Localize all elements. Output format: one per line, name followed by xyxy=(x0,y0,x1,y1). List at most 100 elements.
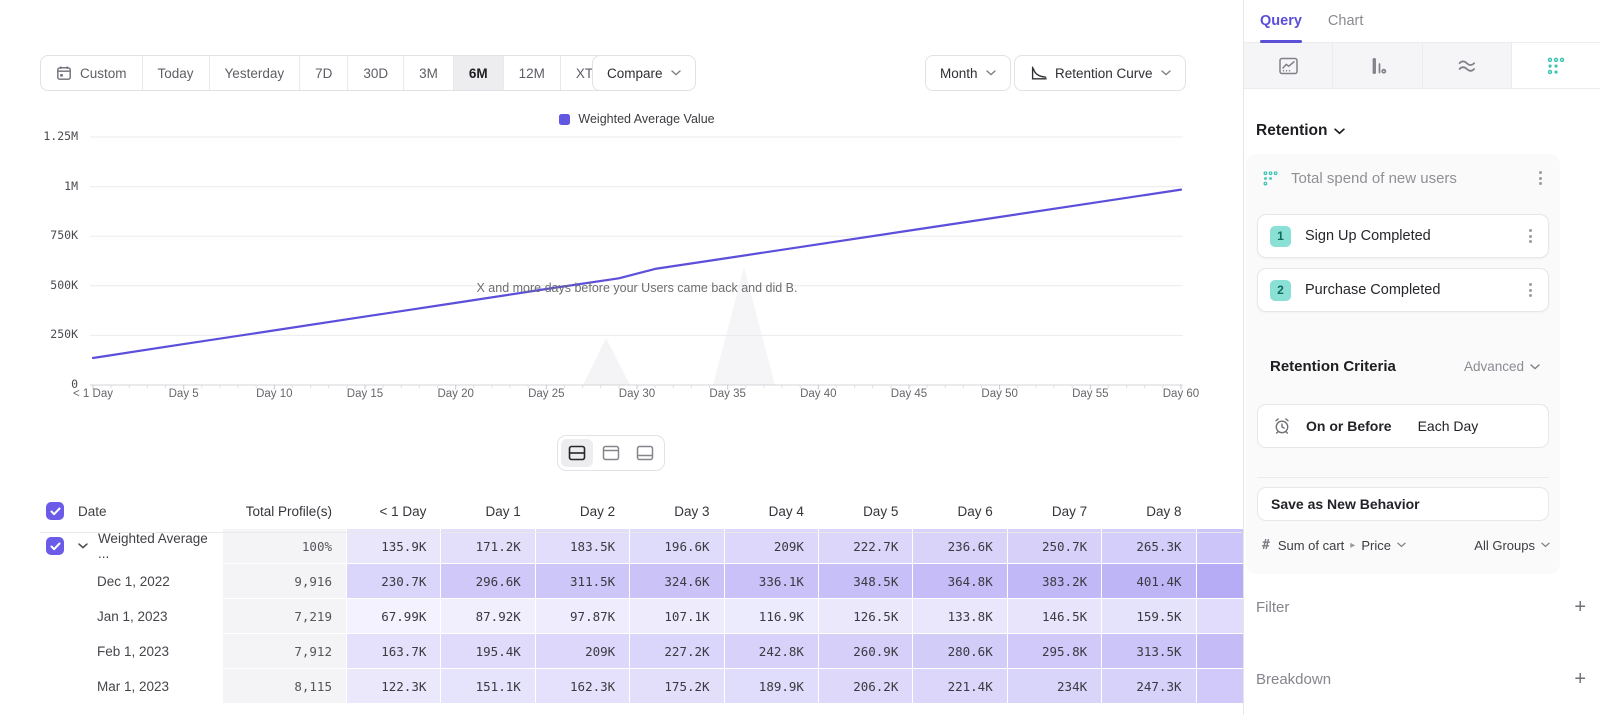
retention-value-cell[interactable]: 260.9K xyxy=(819,634,912,668)
range-today-button[interactable]: Today xyxy=(143,56,210,90)
row-checkbox[interactable] xyxy=(46,537,64,555)
y-axis-tick-label: 250K xyxy=(30,327,78,341)
view-bottom-band-button[interactable] xyxy=(629,439,661,467)
retention-value-cell[interactable]: 116.9K xyxy=(725,599,818,633)
retention-value-cell[interactable]: 348.5K xyxy=(819,564,912,598)
table-row-label[interactable]: Dec 1, 2022 xyxy=(40,564,222,598)
range-6m-button[interactable]: 6M xyxy=(454,56,504,90)
retention-line-chart[interactable]: 1.25M1M750K500K250K0< 1 DayDay 5Day 10Da… xyxy=(0,130,1240,430)
retention-value-cell[interactable]: 122.3K xyxy=(347,669,440,703)
criteria-mode-dropdown[interactable]: Advanced xyxy=(1464,359,1540,374)
retention-value-cell[interactable]: 265.3K xyxy=(1102,529,1195,563)
table-row-label[interactable]: Feb 1, 2023 xyxy=(40,634,222,668)
add-breakdown-button[interactable]: + xyxy=(1574,669,1586,689)
step-menu-button[interactable] xyxy=(1523,281,1538,299)
retention-value-cell[interactable]: 175.2K xyxy=(630,669,723,703)
retention-value-cell[interactable]: 250.7K xyxy=(1008,529,1101,563)
retention-value-cell[interactable]: 163.7K xyxy=(347,634,440,668)
view-top-band-button[interactable] xyxy=(595,439,627,467)
save-as-new-behavior-button[interactable]: Save as New Behavior xyxy=(1257,487,1549,521)
retention-value-cell[interactable]: 159.5K xyxy=(1102,599,1195,633)
retention-value-cell[interactable]: 133.8K xyxy=(913,599,1006,633)
retention-value-cell[interactable]: 126.5K xyxy=(819,599,912,633)
retention-value-cell[interactable]: 222.7K xyxy=(819,529,912,563)
table-header-date: Date xyxy=(40,494,222,528)
retention-value-cell[interactable]: 311.5K xyxy=(536,564,629,598)
retention-section-header[interactable]: Retention xyxy=(1256,122,1345,140)
chart-canvas xyxy=(0,130,1240,392)
view-split-rows-button[interactable] xyxy=(561,439,593,467)
range-30d-button[interactable]: 30D xyxy=(348,56,404,90)
retention-value-cell[interactable]: 227.2K xyxy=(630,634,723,668)
range-7d-button[interactable]: 7D xyxy=(300,56,348,90)
add-filter-button[interactable]: + xyxy=(1574,597,1586,617)
range-label: 30D xyxy=(363,66,388,81)
retention-value-cell[interactable]: 171.2K xyxy=(441,529,534,563)
retention-value-cell[interactable]: 324.6K xyxy=(630,564,723,598)
retention-value-cell[interactable]: 195.4K xyxy=(441,634,534,668)
funnels-icon[interactable] xyxy=(1333,43,1422,88)
compare-button[interactable]: Compare xyxy=(592,55,696,91)
retention-value-cell[interactable]: 364.8K xyxy=(913,564,1006,598)
retention-value-cell[interactable]: 383.2K xyxy=(1008,564,1101,598)
table-row-label[interactable]: Jan 1, 2023 xyxy=(40,599,222,633)
behavior-menu-button[interactable] xyxy=(1533,169,1548,187)
retention-icon[interactable] xyxy=(1512,43,1600,88)
retention-value-cell[interactable]: 230.7K xyxy=(347,564,440,598)
query-builder-sidebar: Query Chart xyxy=(1243,0,1600,715)
compare-label: Compare xyxy=(607,66,663,81)
behavior-card-header: Total spend of new users xyxy=(1262,166,1548,190)
range-custom-button[interactable]: Custom xyxy=(41,56,143,90)
retention-value-cell[interactable]: 162.3K xyxy=(536,669,629,703)
retention-value-cell[interactable]: 234K xyxy=(1008,669,1101,703)
retention-value-cell[interactable]: 295.8K xyxy=(1008,634,1101,668)
criteria-condition-row[interactable]: On or Before Each Day xyxy=(1257,404,1549,448)
table-row-label[interactable]: Weighted Average ... xyxy=(40,529,222,563)
retention-value-cell[interactable]: 242.8K xyxy=(725,634,818,668)
select-all-checkbox[interactable] xyxy=(46,502,64,520)
retention-value-cell[interactable]: 336.1K xyxy=(725,564,818,598)
retention-value-cell[interactable]: 135.9K xyxy=(347,529,440,563)
range-label: 6M xyxy=(469,66,488,81)
retention-value-cell[interactable]: 247.3K xyxy=(1102,669,1195,703)
groups-dropdown[interactable]: All Groups xyxy=(1474,538,1550,553)
row-label: Feb 1, 2023 xyxy=(97,644,169,659)
retention-value-cell[interactable]: 236.6K xyxy=(913,529,1006,563)
insights-icon[interactable] xyxy=(1244,43,1333,88)
retention-value-cell[interactable]: 87.92K xyxy=(441,599,534,633)
retention-value-cell[interactable]: 67.99K xyxy=(347,599,440,633)
retention-value-cell[interactable]: 313.5K xyxy=(1102,634,1195,668)
retention-value-cell[interactable]: 280.6K xyxy=(913,634,1006,668)
measure-property-dropdown[interactable]: Sum of cart ▸ Price xyxy=(1278,538,1406,553)
chart-type-button[interactable]: Retention Curve xyxy=(1014,55,1186,91)
retention-value-cell[interactable]: 209K xyxy=(725,529,818,563)
row-expand-chevron-icon[interactable] xyxy=(78,543,88,549)
retention-value-cell[interactable]: 296.6K xyxy=(441,564,534,598)
retention-value-cell[interactable]: 196.6K xyxy=(630,529,723,563)
tab-chart[interactable]: Chart xyxy=(1328,0,1363,42)
flows-icon[interactable] xyxy=(1423,43,1512,88)
range-12m-button[interactable]: 12M xyxy=(504,56,561,90)
granularity-button[interactable]: Month xyxy=(925,55,1011,91)
chart-x-axis-caption: X and more days before your Users came b… xyxy=(35,281,1239,295)
retention-value-cell[interactable]: 151.1K xyxy=(441,669,534,703)
retention-value-cell[interactable]: 183.5K xyxy=(536,529,629,563)
retention-value-cell[interactable]: 401.4K xyxy=(1102,564,1195,598)
retention-value-cell[interactable]: 97.87K xyxy=(536,599,629,633)
range-3m-button[interactable]: 3M xyxy=(404,56,454,90)
step-menu-button[interactable] xyxy=(1523,227,1538,245)
retention-value-cell[interactable]: 107.1K xyxy=(630,599,723,633)
measure-subproperty-label: Price xyxy=(1361,538,1391,553)
retention-value-cell[interactable]: 206.2K xyxy=(819,669,912,703)
step-purchase-completed[interactable]: 2 Purchase Completed xyxy=(1257,268,1549,312)
chevron-down-icon xyxy=(1161,70,1171,76)
retention-value-cell[interactable]: 209K xyxy=(536,634,629,668)
retention-value-cell[interactable]: 146.5K xyxy=(1008,599,1101,633)
range-yesterday-button[interactable]: Yesterday xyxy=(210,56,301,90)
save-as-new-behavior-label: Save as New Behavior xyxy=(1271,496,1420,512)
retention-value-cell[interactable]: 221.4K xyxy=(913,669,1006,703)
retention-value-cell[interactable]: 189.9K xyxy=(725,669,818,703)
step-sign-up-completed[interactable]: 1 Sign Up Completed xyxy=(1257,214,1549,258)
table-row-label[interactable]: Mar 1, 2023 xyxy=(40,669,222,703)
tab-query[interactable]: Query xyxy=(1260,0,1302,42)
